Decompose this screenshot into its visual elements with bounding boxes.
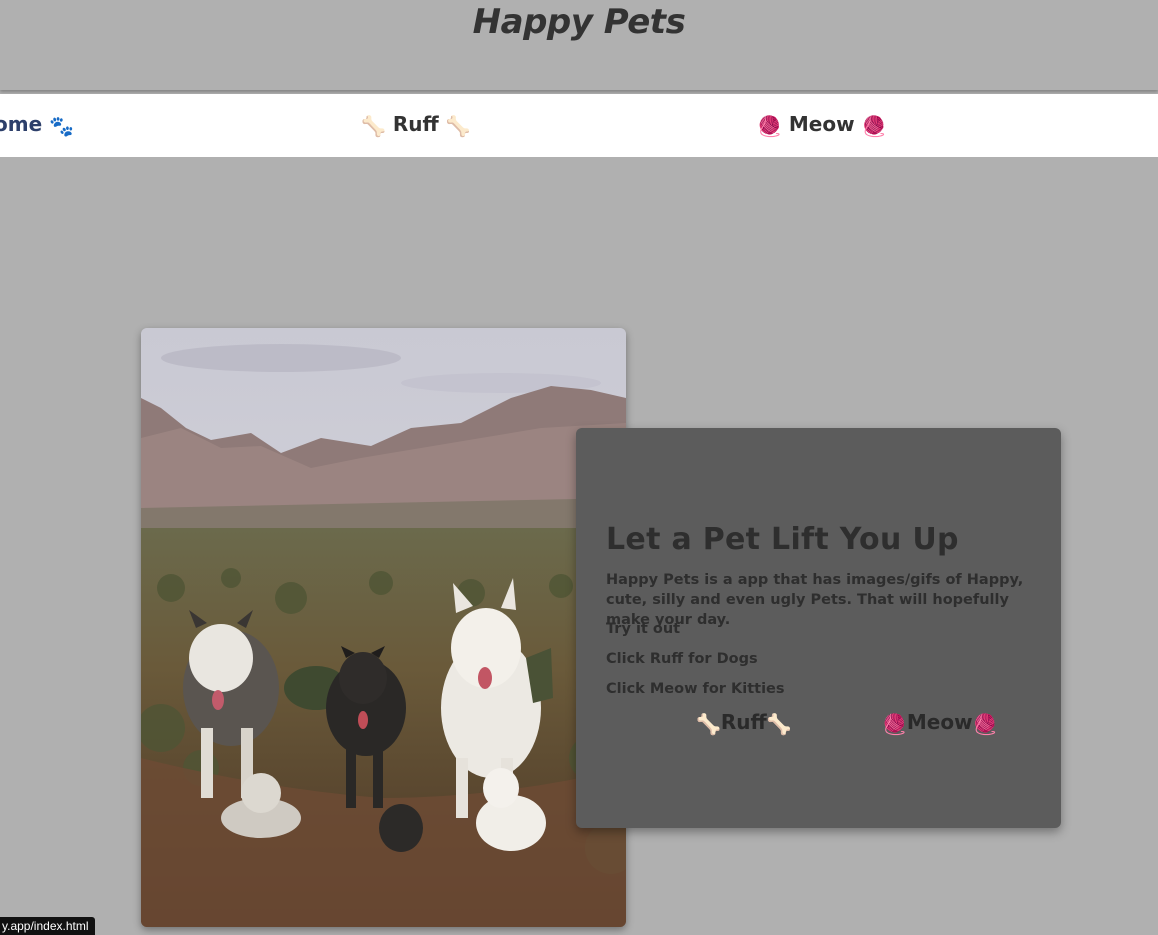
bone-icon: 🦴 <box>361 114 386 138</box>
meow-button[interactable]: 🧶Meow🧶 <box>882 710 998 736</box>
paw-icon: 🐾 <box>49 114 75 138</box>
site-header: Happy Pets <box>0 0 1158 90</box>
yarn-icon: 🧶 <box>882 712 907 736</box>
nav-ruff-link[interactable]: 🦴 Ruff 🦴 <box>361 112 471 138</box>
nav-ruff-label: Ruff <box>392 112 439 136</box>
nav-meow-label: Meow <box>788 112 855 136</box>
dogs-in-desert-image <box>141 328 626 927</box>
card-title: Let a Pet Lift You Up <box>606 522 959 557</box>
nav-home-link[interactable]: ome 🐾 <box>0 112 74 138</box>
ruff-button[interactable]: 🦴Ruff🦴 <box>696 710 792 736</box>
bone-icon: 🦴 <box>766 712 792 736</box>
bone-icon: 🦴 <box>696 712 721 736</box>
card-try-text: Try it out <box>606 621 681 637</box>
yarn-icon: 🧶 <box>861 114 887 138</box>
nav-meow-link[interactable]: 🧶 Meow 🧶 <box>757 112 886 138</box>
card-ruff-hint: Click Ruff for Dogs <box>606 651 758 667</box>
card-meow-hint: Click Meow for Kitties <box>606 681 785 697</box>
site-title: Happy Pets <box>472 2 686 42</box>
link-url-status: y.app/index.html <box>0 917 95 935</box>
bone-icon: 🦴 <box>445 114 471 138</box>
nav-home-label: ome <box>0 112 43 136</box>
yarn-icon: 🧶 <box>972 712 998 736</box>
ruff-button-label: Ruff <box>720 710 767 734</box>
intro-card: Let a Pet Lift You Up Happy Pets is a ap… <box>576 428 1061 828</box>
navbar: ome 🐾 🦴 Ruff 🦴 🧶 Meow 🧶 <box>0 94 1158 157</box>
yarn-icon: 🧶 <box>757 114 782 138</box>
meow-button-label: Meow <box>906 710 973 734</box>
hero-dogs-photo <box>141 328 626 927</box>
